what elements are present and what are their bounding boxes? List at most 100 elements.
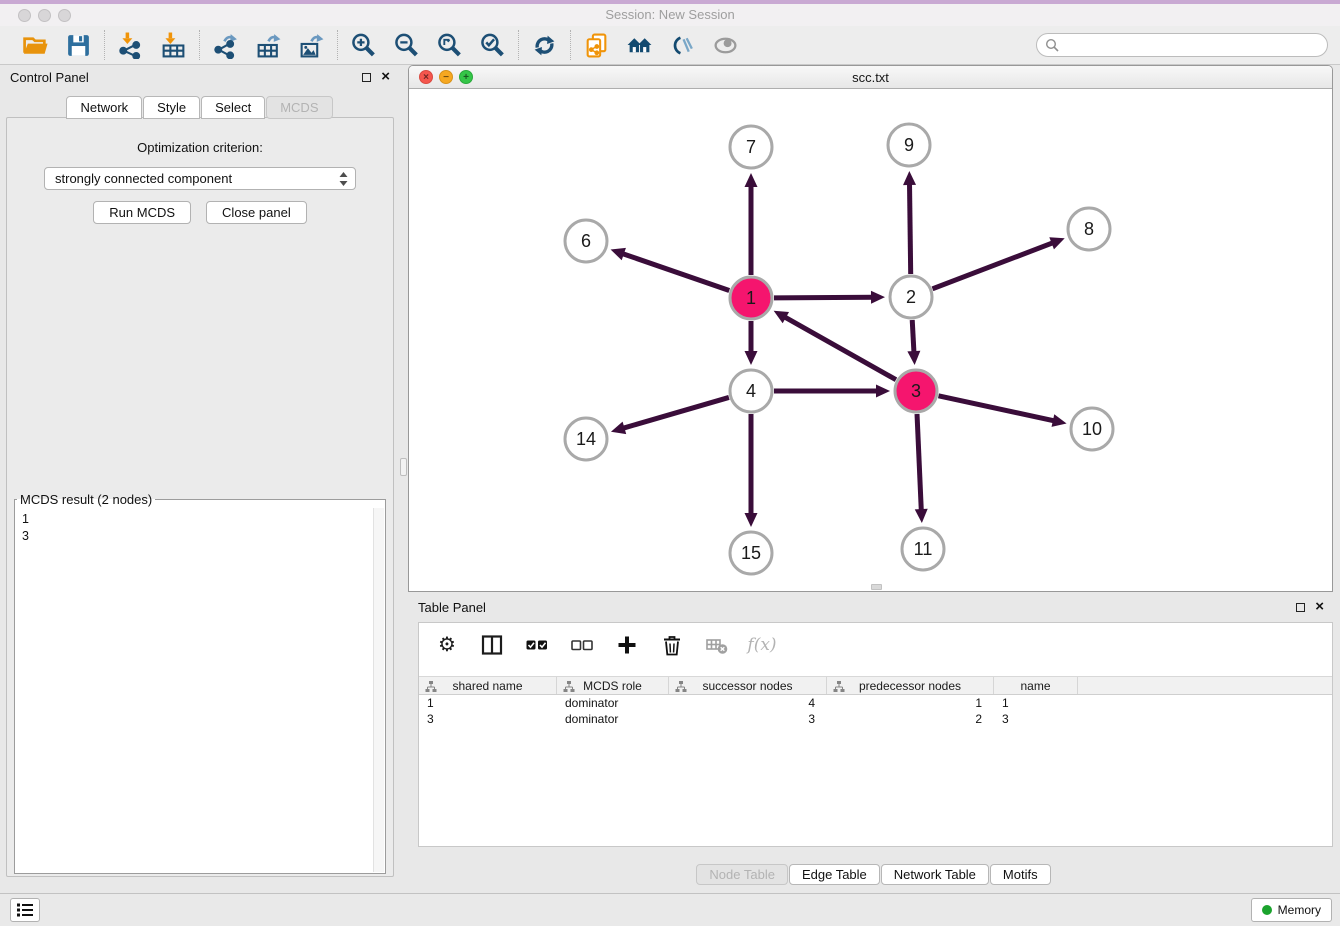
hierarchy-icon — [563, 681, 575, 692]
search-input[interactable] — [1064, 38, 1319, 52]
tab-network[interactable]: Network — [66, 96, 142, 119]
criterion-dropdown[interactable]: strongly connected component — [44, 167, 356, 190]
close-panel-button[interactable]: Close panel — [206, 201, 307, 224]
export-table-button[interactable] — [255, 32, 282, 59]
show-graphics-details-button[interactable] — [712, 32, 739, 59]
import-network-button[interactable] — [117, 32, 144, 59]
control-panel: Control Panel × Network Style Select MCD… — [0, 65, 400, 880]
tab-mcds[interactable]: MCDS — [266, 96, 332, 119]
memory-button[interactable]: Memory — [1251, 898, 1332, 922]
node-table-area: ⚙ f(x) shared name MCDS role successor n… — [418, 622, 1333, 847]
gear-icon: ⚙ — [438, 634, 456, 656]
panel-splitter[interactable] — [400, 65, 408, 882]
table-row[interactable]: 3 dominator 3 2 3 — [419, 711, 1332, 727]
export-image-button[interactable] — [298, 32, 325, 59]
task-history-button[interactable] — [10, 898, 40, 922]
graph-edge-1-2[interactable] — [774, 297, 874, 298]
import-table-icon — [160, 32, 187, 59]
zoom-out-button[interactable] — [393, 32, 420, 59]
unchecked-boxes-icon — [570, 633, 594, 657]
result-scrollbar[interactable] — [373, 508, 384, 872]
table-panel-title: Table Panel — [418, 600, 486, 615]
zoom-group — [338, 32, 518, 59]
main-toolbar — [0, 26, 1340, 65]
tab-node-table[interactable]: Node Table — [696, 864, 788, 885]
save-session-button[interactable] — [65, 32, 92, 59]
hierarchy-icon — [833, 681, 845, 692]
table-row[interactable]: 1 dominator 4 1 1 — [419, 695, 1332, 711]
tab-network-table[interactable]: Network Table — [881, 864, 989, 885]
run-mcds-button[interactable]: Run MCDS — [93, 201, 191, 224]
mcds-result-text[interactable]: 1 3 — [17, 509, 371, 871]
network-canvas[interactable]: 1234678910111415 — [410, 90, 1331, 590]
copy-network-style-button[interactable] — [583, 32, 610, 59]
graph-edge-2-9[interactable] — [909, 182, 910, 274]
delete-table-icon — [705, 633, 729, 657]
search-box[interactable] — [1036, 33, 1328, 57]
add-row-button[interactable] — [615, 633, 639, 657]
tab-motifs[interactable]: Motifs — [990, 864, 1051, 885]
main-titlebar: Session: New Session — [0, 4, 1340, 26]
open-session-button[interactable] — [22, 32, 49, 59]
copy-network-icon — [583, 32, 610, 59]
memory-status-icon — [1262, 905, 1272, 915]
column-header-successor-nodes[interactable]: successor nodes — [669, 677, 827, 694]
zoom-selected-button[interactable] — [479, 32, 506, 59]
delete-table-button[interactable] — [705, 633, 729, 657]
tab-edge-table[interactable]: Edge Table — [789, 864, 880, 885]
graph-edge-3-1[interactable] — [783, 316, 896, 380]
graph-edge-1-6[interactable] — [621, 253, 729, 290]
delete-rows-button[interactable] — [660, 633, 684, 657]
zoom-in-icon — [350, 32, 377, 59]
close-table-panel-icon[interactable]: × — [1315, 601, 1324, 613]
mcds-result-legend: MCDS result (2 nodes) — [17, 492, 155, 507]
graph-edge-2-8[interactable] — [932, 242, 1054, 289]
column-header-name[interactable]: name — [994, 677, 1078, 694]
import-table-button[interactable] — [160, 32, 187, 59]
checked-boxes-icon — [525, 633, 549, 657]
export-network-button[interactable] — [212, 32, 239, 59]
hide-graphics-details-button[interactable] — [669, 32, 696, 59]
select-all-rows-button[interactable] — [525, 633, 549, 657]
graph-edge-3-11[interactable] — [917, 414, 921, 512]
home-fit-content-button[interactable] — [626, 32, 653, 59]
graph-node-label-15: 15 — [741, 543, 761, 563]
graph-edge-arrowhead — [745, 173, 758, 187]
function-builder-button[interactable]: f(x) — [750, 633, 774, 657]
graph-edge-arrowhead — [907, 351, 920, 365]
tab-select[interactable]: Select — [201, 96, 265, 119]
graph-edge-3-10[interactable] — [938, 396, 1055, 421]
splitter-grip[interactable] — [400, 458, 407, 476]
float-panel-icon[interactable] — [362, 73, 371, 82]
table-options-button[interactable]: ⚙ — [435, 633, 459, 657]
hierarchy-icon — [675, 681, 687, 692]
deselect-all-rows-button[interactable] — [570, 633, 594, 657]
column-header-shared-name[interactable]: shared name — [419, 677, 557, 694]
mcds-panel: Optimization criterion: strongly connect… — [6, 117, 394, 877]
zoom-in-button[interactable] — [350, 32, 377, 59]
network-window-titlebar[interactable]: × − + scc.txt — [409, 66, 1332, 89]
float-table-panel-icon[interactable] — [1296, 603, 1305, 612]
open-folder-icon — [22, 32, 49, 59]
graph-node-label-1: 1 — [746, 288, 756, 308]
zoom-fit-button[interactable] — [436, 32, 463, 59]
graph-edge-arrowhead — [876, 385, 890, 398]
graph-edge-arrowhead — [611, 248, 626, 260]
tab-style[interactable]: Style — [143, 96, 200, 119]
column-header-mcds-role[interactable]: MCDS role — [557, 677, 669, 694]
graph-edge-2-3[interactable] — [912, 320, 914, 354]
graph-node-label-11: 11 — [914, 539, 933, 559]
horizontal-splitter-grip[interactable] — [871, 584, 882, 590]
refresh-icon — [531, 32, 558, 59]
memory-label: Memory — [1278, 903, 1321, 917]
column-header-predecessor-nodes[interactable]: predecessor nodes — [827, 677, 994, 694]
import-network-icon — [117, 32, 144, 59]
graph-edge-4-14[interactable] — [622, 397, 729, 428]
refresh-layout-button[interactable] — [531, 32, 558, 59]
graph-node-label-8: 8 — [1084, 219, 1094, 239]
optimization-criterion-label: Optimization criterion: — [7, 140, 393, 155]
task-list-icon — [15, 901, 35, 919]
show-columns-button[interactable] — [480, 633, 504, 657]
control-panel-tabs: Network Style Select MCDS — [0, 96, 400, 119]
close-panel-icon[interactable]: × — [381, 71, 390, 83]
